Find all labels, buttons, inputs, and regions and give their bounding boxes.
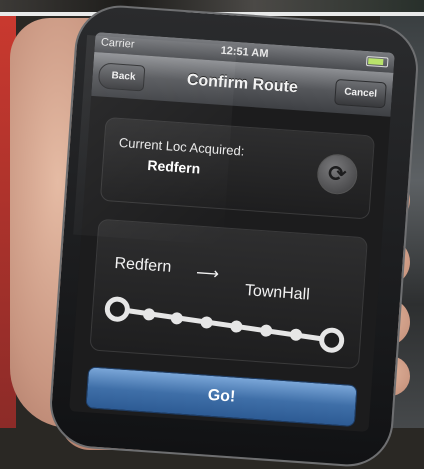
back-button[interactable]: Back <box>97 62 146 92</box>
battery-icon <box>365 55 389 68</box>
route-panel: Redfern ⟶ TownHall <box>89 218 368 370</box>
location-label: Current Loc Acquired: <box>118 134 245 159</box>
route-stop <box>260 324 273 337</box>
cancel-button[interactable]: Cancel <box>334 78 387 109</box>
location-panel: Current Loc Acquired: Redfern ⟳ <box>99 116 376 220</box>
route-stop <box>230 320 243 333</box>
phone-screen: Carrier 12:51 AM Back Confirm Route Canc… <box>69 31 395 433</box>
route-stop <box>289 328 302 341</box>
refresh-icon[interactable]: ⟳ <box>315 152 359 196</box>
location-value: Redfern <box>146 156 201 177</box>
route-start-stop <box>104 296 130 322</box>
route-stop <box>200 316 213 329</box>
route-end-stop <box>319 327 345 353</box>
route-arrow-icon: ⟶ <box>195 264 220 284</box>
page-title: Confirm Route <box>186 71 299 97</box>
route-stop <box>170 312 183 325</box>
route-origin: Redfern <box>113 254 172 276</box>
route-stop <box>143 308 156 321</box>
route-line <box>104 296 345 353</box>
